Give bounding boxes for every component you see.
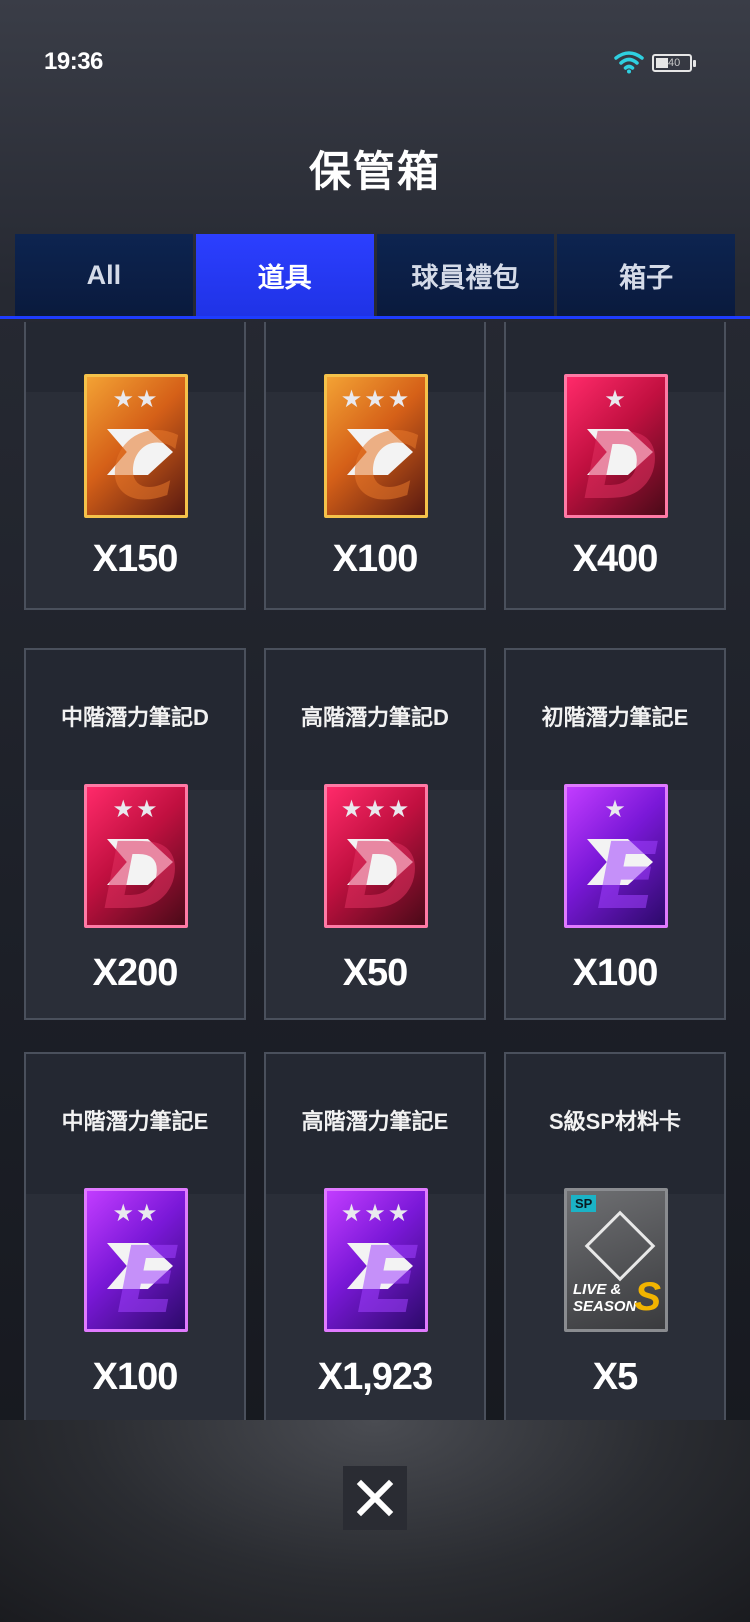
- item-quantity: X150: [92, 538, 179, 580]
- tab-boxes[interactable]: 箱子: [557, 234, 735, 316]
- item-name: 高階潛力筆記D: [301, 705, 449, 730]
- item-card[interactable]: 高階潛力筆記E ★★★ E X1,923: [264, 1052, 486, 1422]
- item-card[interactable]: ★ D X400: [504, 322, 726, 610]
- battery-level: 40: [668, 57, 681, 69]
- potential-note-c-3star-icon: ★★★ C: [324, 374, 428, 518]
- close-x-icon: [356, 1479, 394, 1517]
- potential-note-e-1star-icon: ★ E: [564, 784, 668, 928]
- item-quantity: X200: [92, 952, 179, 994]
- close-button[interactable]: [343, 1466, 407, 1530]
- item-card[interactable]: 高階潛力筆記D ★★★ D X50: [264, 648, 486, 1020]
- tab-all[interactable]: All: [15, 234, 193, 316]
- item-card[interactable]: 中階潛力筆記D ★★ D X200: [24, 648, 246, 1020]
- item-quantity: X50: [342, 952, 409, 994]
- baseball-diamond-icon: [584, 1210, 656, 1282]
- item-name: 初階潛力筆記E: [541, 705, 689, 730]
- item-quantity: X5: [592, 1356, 638, 1398]
- potential-note-e-3star-icon: ★★★ E: [324, 1188, 428, 1332]
- potential-note-e-2star-icon: ★★ E: [84, 1188, 188, 1332]
- battery-icon: 40: [652, 54, 696, 72]
- tab-items[interactable]: 道具: [195, 234, 374, 316]
- page-title: 保管箱: [308, 148, 441, 195]
- potential-note-c-2star-icon: ★★ C: [84, 374, 188, 518]
- item-quantity: X1,923: [317, 1356, 433, 1398]
- item-card[interactable]: S級SP材料卡 SP LIVE & SEASON S X5: [504, 1052, 726, 1422]
- potential-note-d-1star-icon: ★ D: [564, 374, 668, 518]
- tab-player-packs[interactable]: 球員禮包: [376, 234, 555, 316]
- tab-bar: All 道具 球員禮包 箱子: [15, 234, 735, 316]
- potential-note-d-2star-icon: ★★ D: [84, 784, 188, 928]
- potential-note-d-3star-icon: ★★★ D: [324, 784, 428, 928]
- tab-underline: [0, 316, 750, 319]
- sp-grade: S: [634, 1275, 661, 1319]
- sp-material-card-icon: SP LIVE & SEASON S: [564, 1188, 668, 1332]
- item-name: 中階潛力筆記D: [61, 705, 209, 730]
- item-quantity: X100: [572, 952, 659, 994]
- item-grid: ★★ C X150 ★★★ C X100 ★ D X400 中階潛力筆記D ★★ D X…: [24, 322, 726, 1422]
- item-quantity: X100: [92, 1356, 179, 1398]
- item-card[interactable]: ★★ C X150: [24, 322, 246, 610]
- status-time: 19:36: [44, 48, 103, 75]
- item-card[interactable]: 初階潛力筆記E ★ E X100: [504, 648, 726, 1020]
- wifi-icon: [614, 51, 644, 74]
- item-name: 高階潛力筆記E: [301, 1109, 449, 1134]
- item-card[interactable]: ★★★ C X100: [264, 322, 486, 610]
- item-card[interactable]: 中階潛力筆記E ★★ E X100: [24, 1052, 246, 1422]
- sp-badge: SP: [571, 1195, 597, 1212]
- item-quantity: X100: [332, 538, 419, 580]
- item-name: S級SP材料卡: [548, 1109, 682, 1134]
- status-bar: 19:36 40: [0, 0, 750, 120]
- item-name: 中階潛力筆記E: [61, 1109, 209, 1134]
- item-quantity: X400: [572, 538, 659, 580]
- sp-card-caption: LIVE & SEASON: [573, 1281, 637, 1315]
